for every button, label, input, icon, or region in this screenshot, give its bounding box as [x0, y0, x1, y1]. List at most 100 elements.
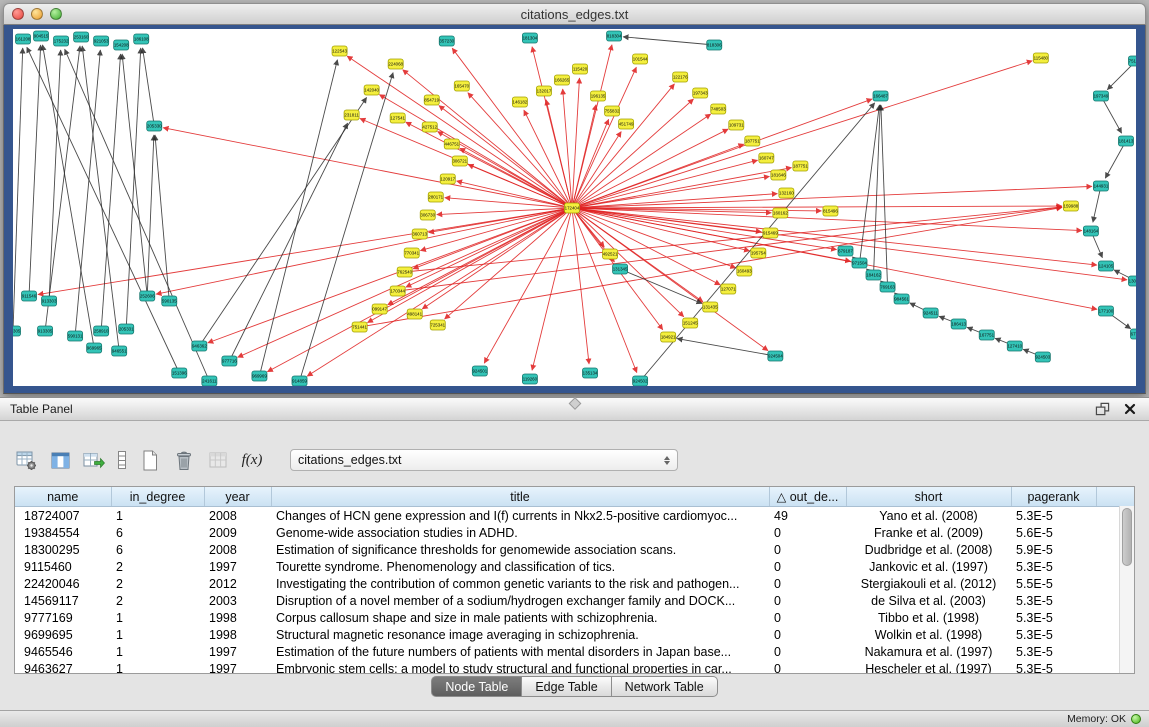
graph-node[interactable]: 166487 — [873, 91, 888, 101]
graph-edge[interactable] — [572, 67, 636, 208]
graph-edge[interactable] — [229, 123, 347, 361]
network-canvas[interactable]: 1724041225432240681420402318111275418547… — [13, 29, 1136, 386]
column-header-in_degree[interactable]: in_degree — [111, 487, 204, 507]
graph-node[interactable]: 127410 — [1007, 341, 1022, 351]
graph-node[interactable]: 306721 — [452, 156, 467, 166]
graph-node[interactable]: 751042 — [1128, 56, 1136, 66]
graph-node[interactable]: 124105 — [1098, 261, 1113, 271]
column-header-pagerank[interactable]: pagerank — [1011, 487, 1096, 507]
graph-edge[interactable] — [572, 129, 728, 208]
graph-edge[interactable] — [468, 164, 572, 208]
table-selector-combo[interactable]: citations_edges.txt — [290, 449, 678, 471]
graph-node[interactable]: 769163 — [880, 282, 895, 292]
show-columns-button[interactable] — [46, 447, 74, 473]
new-column-button[interactable] — [80, 447, 108, 473]
column-header-year[interactable]: year — [204, 487, 271, 507]
graph-node[interactable]: 946362 — [192, 341, 207, 351]
graph-node[interactable]: 187751 — [745, 136, 760, 146]
close-panel-button[interactable] — [1121, 401, 1139, 417]
graph-node[interactable]: 280171 — [428, 192, 443, 202]
graph-node[interactable]: 115480 — [1033, 53, 1048, 63]
new-file-button[interactable] — [136, 447, 164, 473]
graph-node[interactable]: 748503 — [711, 104, 726, 114]
graph-node[interactable]: 160493 — [737, 266, 752, 276]
graph-node[interactable]: 197343 — [693, 88, 708, 98]
graph-node[interactable]: 205330 — [147, 121, 162, 131]
graph-edge[interactable] — [572, 78, 579, 208]
graph-node[interactable]: 854719 — [424, 95, 439, 105]
graph-node[interactable]: 924502 — [633, 376, 648, 386]
graph-edge[interactable] — [572, 208, 637, 373]
graph-node[interactable]: 115420 — [572, 64, 587, 74]
graph-node[interactable]: 151396 — [172, 368, 187, 378]
graph-node[interactable]: 184921 — [661, 332, 676, 342]
tab-network-table[interactable]: Network Table — [612, 676, 718, 697]
graph-edge[interactable] — [1093, 186, 1101, 222]
graph-edge[interactable] — [238, 208, 572, 357]
graph-node[interactable]: 165470 — [454, 81, 469, 91]
graph-node[interactable]: 130031 — [1128, 276, 1136, 286]
graph-node[interactable]: 946551 — [112, 346, 127, 356]
graph-node[interactable]: 181304 — [522, 33, 537, 43]
graph-node[interactable]: 904515 — [34, 31, 49, 41]
tab-node-table[interactable]: Node Table — [431, 676, 522, 697]
table-row[interactable]: 911546021997Tourette syndrome. Phenomeno… — [15, 558, 1134, 575]
graph-node[interactable]: 751441 — [352, 322, 367, 332]
graph-node[interactable]: 119260 — [522, 374, 537, 384]
graph-node[interactable]: 924501 — [472, 366, 487, 376]
graph-edge[interactable] — [620, 269, 702, 303]
graph-node[interactable]: 492521 — [603, 249, 618, 259]
graph-node[interactable]: 755832 — [605, 106, 620, 116]
graph-edge[interactable] — [881, 105, 888, 287]
graph-node[interactable]: 166265 — [554, 75, 569, 85]
close-window-button[interactable] — [12, 8, 24, 20]
table-row[interactable]: 977716911998Corpus callosum shape and si… — [15, 609, 1134, 626]
graph-node[interactable]: 154208 — [114, 40, 129, 50]
column-header-short[interactable]: short — [846, 487, 1011, 507]
graph-node[interactable]: 186108 — [134, 34, 149, 44]
graph-node[interactable]: 911546 — [22, 291, 37, 301]
graph-edge[interactable] — [572, 132, 621, 208]
graph-node[interactable]: 144931 — [1093, 181, 1108, 191]
graph-edge[interactable] — [1101, 96, 1122, 133]
graph-node[interactable]: 172404 — [564, 203, 579, 213]
graph-node[interactable]: 770341 — [404, 248, 419, 258]
graph-edge[interactable] — [445, 198, 572, 208]
graph-node[interactable]: 913303 — [42, 296, 57, 306]
graph-node[interactable]: 679187 — [838, 246, 853, 256]
graph-edge[interactable] — [572, 61, 1032, 208]
graph-edge[interactable] — [208, 208, 572, 343]
function-builder-button[interactable]: f(x) — [238, 447, 266, 473]
graph-node[interactable]: 446751 — [444, 139, 459, 149]
graph-node[interactable]: 160162 — [773, 208, 788, 218]
row-list-button[interactable] — [114, 447, 130, 473]
graph-node[interactable]: 921053 — [94, 36, 109, 46]
graph-edge[interactable] — [65, 49, 210, 381]
graph-node[interactable]: 590135 — [162, 296, 177, 306]
scrollbar-thumb[interactable] — [1122, 508, 1132, 566]
graph-node[interactable]: 258910 — [94, 326, 109, 336]
graph-edge[interactable] — [155, 135, 169, 301]
graph-node[interactable]: 762540 — [397, 267, 412, 277]
graph-edge[interactable] — [405, 207, 1062, 272]
graph-node[interactable]: 451749 — [619, 119, 634, 129]
table-row[interactable]: 1938455462009Genome-wide association stu… — [15, 524, 1134, 541]
graph-node[interactable]: 131435 — [703, 302, 718, 312]
graph-node[interactable]: 915469 — [763, 228, 778, 238]
graph-node[interactable]: 969965 — [87, 343, 102, 353]
graph-node[interactable]: 175232 — [54, 36, 69, 46]
graph-node[interactable]: 196135 — [591, 91, 606, 101]
graph-node[interactable]: 498141 — [407, 309, 422, 319]
graph-node[interactable]: 159988 — [1063, 201, 1078, 211]
column-header-title[interactable]: title — [271, 487, 769, 507]
graph-node[interactable]: 977716 — [222, 356, 237, 366]
graph-edge[interactable] — [532, 208, 572, 370]
import-table-button[interactable] — [204, 447, 232, 473]
graph-node[interactable]: 142040 — [364, 85, 379, 95]
table-row[interactable]: 1830029562008Estimation of significance … — [15, 541, 1134, 558]
graph-node[interactable]: 197349 — [1093, 91, 1108, 101]
graph-node[interactable]: 181413 — [1118, 136, 1133, 146]
graph-edge[interactable] — [572, 206, 1062, 208]
graph-node[interactable]: 122176 — [673, 72, 688, 82]
graph-edge[interactable] — [82, 46, 119, 351]
